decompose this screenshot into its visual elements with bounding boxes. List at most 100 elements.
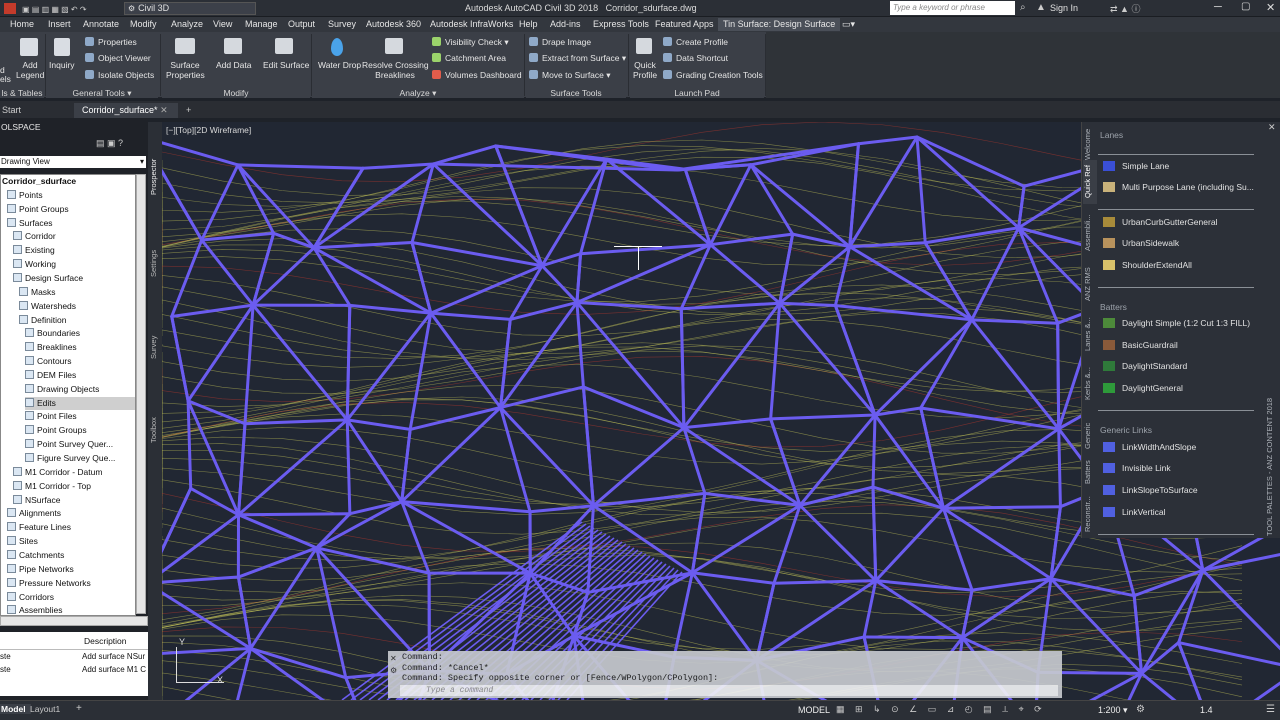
catchment-area-button[interactable]: Catchment Area	[445, 53, 506, 63]
quick-profile-button[interactable]: Quick Profile	[631, 60, 659, 80]
palette-tab[interactable]: Welcome	[1083, 128, 1097, 160]
inquiry-button[interactable]: Inquiry	[49, 60, 75, 70]
command-input[interactable]: Type a command	[400, 685, 1058, 696]
menu-featured-apps[interactable]: Featured Apps	[655, 18, 714, 31]
tree-item[interactable]: Edits	[25, 396, 135, 410]
tree-item[interactable]: Sites	[7, 535, 38, 548]
drawing-view-select[interactable]: Drawing View ▾	[0, 156, 146, 168]
tab-corridor-sdurface[interactable]: Corridor_sdurface* ✕	[74, 103, 178, 118]
tab-toolbox[interactable]: Toolbox	[149, 410, 161, 450]
tab-layout1[interactable]: Layout1	[30, 704, 60, 714]
menu-home[interactable]: Home	[10, 18, 34, 31]
tree-item[interactable]: Point Survey Quer...	[25, 438, 113, 451]
palette-close-icon[interactable]: ✕	[1268, 122, 1276, 133]
palette-tab[interactable]: Batters	[1083, 454, 1097, 490]
tree-item[interactable]: Boundaries	[25, 327, 80, 340]
add-legend-button[interactable]: Add Legend	[16, 60, 44, 80]
menu-autodesk-360[interactable]: Autodesk 360	[366, 18, 421, 31]
search-input[interactable]: Type a keyword or phrase	[890, 1, 1015, 15]
palette-tool-item[interactable]: UrbanCurbGutterGeneral	[1100, 214, 1217, 230]
close-icon[interactable]: ✕	[160, 105, 168, 115]
tree-item[interactable]: Corridors	[7, 591, 54, 604]
tree-item[interactable]: Catchments	[7, 549, 64, 562]
tree-item[interactable]: Alignments	[7, 507, 61, 520]
user-icon[interactable]: ▲	[1036, 2, 1046, 13]
menu-express-tools[interactable]: Express Tools	[593, 18, 649, 31]
tab-settings[interactable]: Settings	[149, 242, 161, 284]
palette-tab[interactable]: Generic	[1083, 418, 1097, 454]
tree-item[interactable]: Pipe Networks	[7, 563, 74, 576]
visibility-check-button[interactable]: Visibility Check ▾	[445, 37, 509, 47]
drape-image-button[interactable]: Drape Image	[542, 37, 591, 47]
palette-tab[interactable]: Kerbs &...	[1083, 362, 1097, 406]
toolspace-toolbar-icons[interactable]: ▤ ▣ ?	[96, 138, 123, 149]
annotation-scale[interactable]: 1:200 ▾	[1098, 705, 1128, 716]
tree-item[interactable]: DEM Files	[25, 369, 76, 382]
toolspace-scrollbar[interactable]	[136, 174, 146, 614]
water-drop-button[interactable]: Water Drop	[318, 60, 361, 70]
resolve-crossing-button[interactable]: Resolve Crossing Breaklines	[362, 60, 429, 80]
palette-tool-item[interactable]: DaylightGeneral	[1100, 380, 1183, 396]
sign-in-link[interactable]: Sign In	[1050, 3, 1078, 13]
menu-help[interactable]: Help	[519, 18, 538, 31]
surface-properties-button[interactable]: Surface Properties	[166, 60, 205, 80]
resolve-crossing-icon[interactable]	[385, 38, 403, 54]
menu-view[interactable]: View	[213, 18, 232, 31]
palette-tool-item[interactable]: Simple Lane	[1100, 158, 1169, 174]
tab-model[interactable]: Model	[0, 704, 31, 714]
close-icon[interactable]: ✕	[1266, 1, 1275, 14]
menu-insert[interactable]: Insert	[48, 18, 71, 31]
tree-item[interactable]: Point Groups	[7, 203, 69, 216]
viewport-controls-label[interactable]: [−][Top][2D Wireframe]	[166, 125, 251, 135]
list-row[interactable]: ste Add surface NSur	[0, 652, 148, 664]
palette-tab[interactable]: Reconstr...	[1083, 494, 1097, 534]
app-menu-icon[interactable]	[4, 3, 16, 14]
search-icon[interactable]: ⌕	[1020, 2, 1026, 13]
palette-tab[interactable]: Assembli...	[1083, 210, 1097, 256]
edit-surface-button[interactable]: Edit Surface	[263, 60, 309, 70]
palette-tool-item[interactable]: UrbanSidewalk	[1100, 235, 1179, 251]
tree-item[interactable]: Point Groups	[25, 424, 87, 437]
tab-start[interactable]: Start	[0, 103, 70, 118]
tree-item[interactable]: Pressure Networks	[7, 577, 91, 590]
menu-analyze[interactable]: Analyze	[171, 18, 203, 31]
add-legend-icon[interactable]	[20, 38, 38, 56]
object-viewer-button[interactable]: Object Viewer	[98, 53, 151, 63]
water-drop-icon[interactable]	[331, 38, 343, 56]
panel-label-general-tools[interactable]: General Tools ▾	[46, 88, 158, 98]
tree-hscroll[interactable]	[0, 616, 148, 626]
properties-button[interactable]: Properties	[98, 37, 137, 47]
menu-tin-surface-design-surface[interactable]: Tin Surface: Design Surface	[718, 18, 841, 31]
tree-item[interactable]: Drawing Objects	[25, 383, 99, 396]
add-data-button[interactable]: Add Data	[216, 60, 251, 70]
tree-item[interactable]: M1 Corridor - Top	[13, 480, 91, 493]
tree-item[interactable]: Figure Survey Que...	[25, 452, 115, 465]
new-layout-button[interactable]: +	[76, 703, 82, 714]
customization-icon[interactable]: ☰	[1266, 704, 1275, 715]
qat-icons[interactable]: ▣ ▤ ▥ ▦ ▧ ↶ ↷	[22, 5, 87, 14]
inquiry-icon[interactable]	[54, 38, 70, 56]
tree-item[interactable]: Definition	[19, 314, 66, 327]
maximize-icon[interactable]: ▢	[1241, 1, 1250, 12]
tree-item[interactable]: Points	[7, 189, 43, 202]
palette-tool-item[interactable]: BasicGuardrail	[1100, 337, 1178, 353]
tree-item[interactable]: Point Files	[25, 410, 77, 423]
palette-tool-item[interactable]: ShoulderExtendAll	[1100, 257, 1192, 273]
minimize-icon[interactable]: ─	[1214, 1, 1222, 13]
tree-item[interactable]: Masks	[19, 286, 56, 299]
volumes-dashboard-button[interactable]: Volumes Dashboard	[445, 70, 522, 80]
menu-modify[interactable]: Modify	[130, 18, 157, 31]
surface-properties-icon[interactable]	[175, 38, 195, 54]
menu-autodesk-infraworks[interactable]: Autodesk InfraWorks	[430, 18, 513, 31]
add-data-icon[interactable]	[224, 38, 242, 54]
quick-profile-icon[interactable]	[636, 38, 652, 54]
tree-item[interactable]: Corridor	[13, 230, 56, 243]
palette-tool-item[interactable]: DaylightStandard	[1100, 358, 1187, 374]
model-space-button[interactable]: MODEL	[798, 705, 830, 715]
tree-item[interactable]: M1 Corridor - Datum	[13, 466, 102, 479]
tree-item[interactable]: Surfaces	[7, 217, 53, 230]
list-row[interactable]: ste Add surface M1 C	[0, 665, 148, 677]
grading-creation-tools-button[interactable]: Grading Creation Tools	[676, 70, 763, 80]
menu-survey[interactable]: Survey	[328, 18, 356, 31]
palette-tool-item[interactable]: LinkVertical	[1100, 504, 1165, 520]
